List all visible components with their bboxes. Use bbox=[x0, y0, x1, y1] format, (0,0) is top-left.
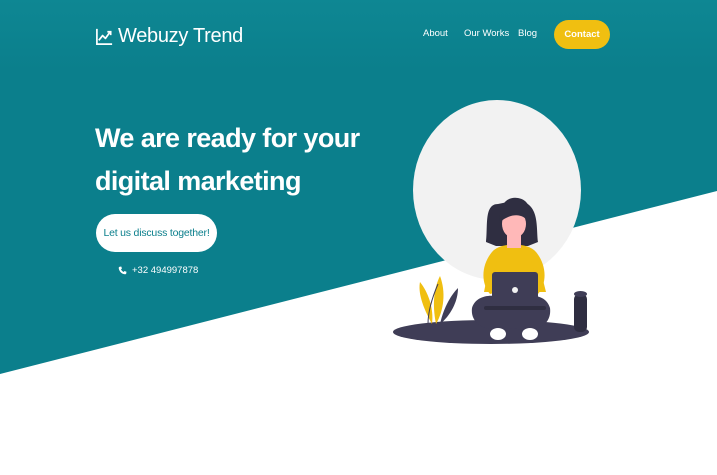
phone-icon bbox=[118, 266, 127, 275]
nav-link-about[interactable]: About bbox=[423, 28, 448, 40]
navbar: Webuzy Trend About Our Works Blog Contac… bbox=[0, 0, 717, 70]
nav-link-our-works[interactable]: Our Works bbox=[464, 28, 509, 40]
discuss-together-button[interactable]: Let us discuss together! bbox=[96, 214, 217, 252]
phone-contact[interactable]: +32 494997878 bbox=[118, 265, 198, 276]
trend-chart-icon bbox=[96, 28, 113, 45]
hero-headline-line-1: We are ready for your bbox=[95, 123, 360, 153]
phone-number: +32 494997878 bbox=[132, 265, 199, 276]
speaker bbox=[574, 291, 587, 332]
nav-link-blog[interactable]: Blog bbox=[518, 28, 537, 40]
woman-with-laptop-illustration bbox=[393, 100, 589, 344]
plant bbox=[419, 276, 458, 325]
hero-headline: We are ready for your digital marketing bbox=[95, 117, 395, 203]
contact-button[interactable]: Contact bbox=[554, 20, 610, 49]
hero-headline-line-2: digital marketing bbox=[95, 166, 301, 196]
brand-name: Webuzy Trend bbox=[118, 25, 243, 47]
brand-logo[interactable]: Webuzy Trend bbox=[95, 24, 243, 48]
